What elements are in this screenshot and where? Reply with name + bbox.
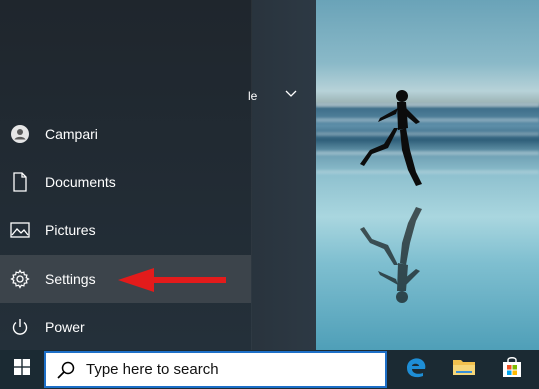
search-icon (56, 360, 76, 380)
start-button[interactable] (0, 350, 44, 389)
taskbar-app-file-explorer[interactable] (440, 350, 488, 389)
store-icon (501, 356, 523, 383)
start-item-label: Campari (45, 126, 98, 142)
runner-reflection (360, 207, 422, 303)
document-icon (10, 172, 30, 192)
taskbar-search-box[interactable] (44, 351, 387, 388)
start-item-pictures[interactable]: Pictures (0, 206, 251, 254)
edge-icon (405, 356, 427, 383)
start-item-documents[interactable]: Documents (0, 158, 251, 206)
annotation-arrow (118, 268, 226, 292)
gear-icon (10, 269, 30, 289)
start-item-label: Documents (45, 174, 116, 190)
start-item-power[interactable]: Power (0, 303, 251, 351)
user-icon (10, 124, 30, 144)
app-list-partial-label: le (248, 89, 258, 103)
file-explorer-icon (452, 357, 476, 382)
search-input[interactable] (86, 361, 366, 378)
power-icon (10, 317, 30, 337)
windows-logo-icon (14, 359, 30, 380)
pictures-icon (10, 220, 30, 240)
taskbar-app-edge[interactable] (392, 350, 440, 389)
start-item-label: Settings (45, 271, 96, 287)
start-item-label: Pictures (45, 222, 96, 238)
chevron-down-icon[interactable] (284, 88, 298, 102)
start-menu: le Campari Documents Pictures Settings P… (0, 0, 316, 350)
start-item-label: Power (45, 319, 85, 335)
start-item-user-account[interactable]: Campari (0, 110, 251, 158)
runner-silhouette (360, 90, 422, 186)
taskbar-app-store[interactable] (488, 350, 536, 389)
taskbar (0, 350, 539, 389)
